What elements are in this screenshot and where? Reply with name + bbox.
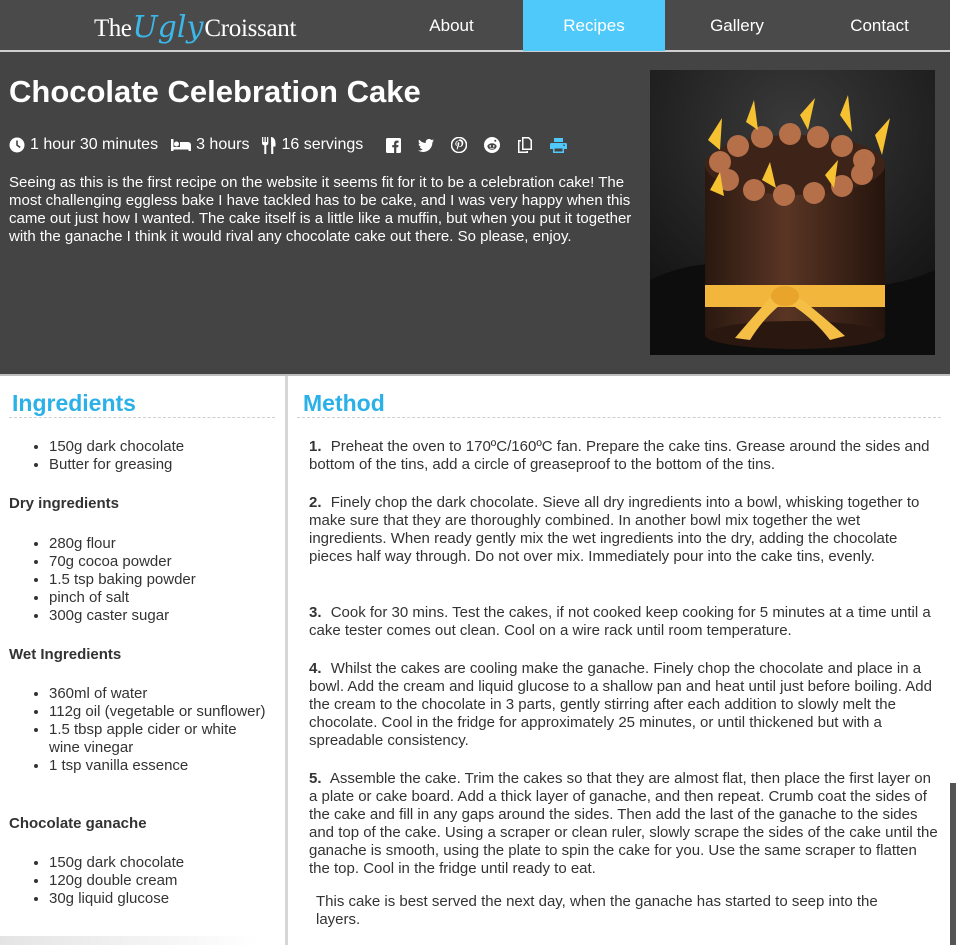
- servings-text: 16 servings: [281, 136, 364, 153]
- nav-about[interactable]: About: [381, 0, 522, 51]
- rest-time-text: 3 hours: [196, 136, 250, 153]
- wet-ingredients-heading: Wet Ingredients: [9, 646, 122, 663]
- nav-gallery[interactable]: Gallery: [666, 0, 808, 51]
- cake-illustration: [650, 70, 935, 355]
- reddit-icon: [484, 137, 501, 153]
- share-print[interactable]: [544, 137, 577, 153]
- ganache-ingredients-list: 150g dark chocolate 120g double cream 30…: [49, 854, 271, 908]
- dry-ingredients-list: 280g flour 70g cocoa powder 1.5 tsp baki…: [49, 535, 271, 625]
- logo-ugly: Ugly: [132, 10, 204, 45]
- step-number: 2.: [309, 494, 322, 511]
- step-number: 5.: [309, 770, 322, 787]
- ingredient-item: 1.5 tsp baking powder: [49, 571, 271, 589]
- logo-croissant: Croissant: [204, 15, 297, 42]
- method-panel: Method 1. Preheat the oven to 170ºC/160º…: [288, 376, 950, 945]
- nav-recipes[interactable]: Recipes: [523, 0, 665, 51]
- top-navigation: TheUglyCroissant About Recipes Gallery C…: [0, 0, 950, 52]
- method-heading-rule: [297, 417, 941, 418]
- method-step-1: 1. Preheat the oven to 170ºC/160ºC fan. …: [309, 438, 941, 474]
- prep-time-text: 1 hour 30 minutes: [30, 136, 159, 153]
- ingredient-item: pinch of salt: [49, 589, 271, 607]
- step-number: 1.: [309, 438, 322, 455]
- scroll-edge-shade: [950, 783, 956, 945]
- ingredient-item: 70g cocoa powder: [49, 553, 271, 571]
- ingredients-heading: Ingredients: [12, 390, 136, 416]
- ingredient-item: 120g double cream: [49, 872, 271, 890]
- ingredient-item: 150g dark chocolate: [49, 854, 271, 872]
- ingredient-item: 1 tsp vanilla essence: [49, 757, 271, 775]
- nav-contact[interactable]: Contact: [809, 0, 950, 51]
- step-text: Preheat the oven to 170ºC/160ºC fan. Pre…: [309, 438, 930, 473]
- prep-time: 1 hour 30 minutes: [9, 136, 158, 154]
- method-heading: Method: [303, 390, 385, 416]
- recipe-meta: 1 hour 30 minutes 3 hours 16 servings: [9, 135, 577, 155]
- ingredient-item: 360ml of water: [49, 685, 271, 703]
- share-copy[interactable]: [511, 137, 544, 153]
- site-logo[interactable]: TheUglyCroissant: [94, 6, 296, 50]
- facebook-icon: [385, 137, 401, 153]
- share-pinterest[interactable]: [445, 137, 478, 153]
- step-number: 4.: [309, 660, 322, 677]
- ingredient-item: Butter for greasing: [49, 456, 271, 474]
- twitter-icon: [418, 138, 435, 152]
- copy-icon: [518, 137, 533, 153]
- scroll-edge: [950, 0, 956, 945]
- share-reddit[interactable]: [478, 137, 511, 153]
- ganache-heading: Chocolate ganache: [9, 815, 147, 832]
- clock-icon: [9, 137, 25, 153]
- cutlery-icon: [262, 136, 276, 154]
- bottom-fade: [0, 936, 260, 945]
- method-step-4: 4. Whilst the cakes are cooling make the…: [309, 660, 941, 750]
- recipe-title: Chocolate Celebration Cake: [9, 74, 421, 109]
- serving-note: This cake is best served the next day, w…: [316, 893, 878, 928]
- share-bar: [379, 137, 577, 153]
- step-text: Whilst the cakes are cooling make the ga…: [309, 660, 932, 749]
- bed-icon: [171, 139, 192, 151]
- step-text: Cook for 30 mins. Test the cakes, if not…: [309, 604, 931, 639]
- wet-ingredients-list: 360ml of water 112g oil (vegetable or su…: [49, 685, 271, 775]
- servings: 16 servings: [262, 136, 363, 154]
- step-text: Finely chop the dark chocolate. Sieve al…: [309, 494, 920, 565]
- ingredient-item: 112g oil (vegetable or sunflower): [49, 703, 271, 721]
- ingredient-item: 30g liquid glucose: [49, 890, 271, 908]
- cake-photo: [650, 70, 935, 355]
- ingredient-item: 300g caster sugar: [49, 607, 271, 625]
- ingredient-item: 150g dark chocolate: [49, 438, 271, 456]
- method-step-2: 2. Finely chop the dark chocolate. Sieve…: [309, 494, 941, 566]
- print-icon: [549, 137, 567, 153]
- method-step-3: 3. Cook for 30 mins. Test the cakes, if …: [309, 604, 941, 640]
- recipe-intro: Seeing as this is the first recipe on th…: [9, 174, 632, 245]
- ingredient-item: 1.5 tbsp apple cider or white wine vineg…: [49, 721, 271, 757]
- method-step-5: 5. Assemble the cake. Trim the cakes so …: [309, 770, 941, 878]
- share-twitter[interactable]: [412, 138, 445, 152]
- share-facebook[interactable]: [379, 137, 412, 153]
- pinterest-icon: [451, 137, 468, 153]
- rest-time: 3 hours: [171, 136, 249, 154]
- step-text: Assemble the cake. Trim the cakes so tha…: [309, 770, 938, 877]
- dry-ingredients-heading: Dry ingredients: [9, 495, 120, 512]
- ingredient-item: 280g flour: [49, 535, 271, 553]
- step-number: 3.: [309, 604, 322, 621]
- ingredients-panel: Ingredients 150g dark chocolate Butter f…: [0, 376, 285, 945]
- logo-the: The: [94, 15, 132, 42]
- base-ingredients-list: 150g dark chocolate Butter for greasing: [49, 438, 271, 474]
- ingredients-heading-rule: [9, 417, 275, 418]
